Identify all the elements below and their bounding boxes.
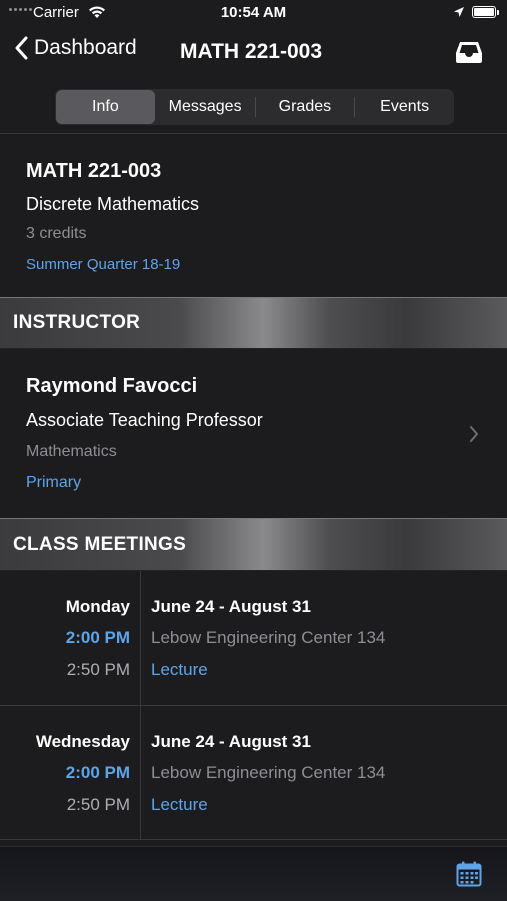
instructor-department: Mathematics — [26, 443, 117, 460]
meeting-row[interactable]: Monday 2:00 PM 2:50 PM June 24 - August … — [0, 571, 507, 705]
meeting-column-divider — [140, 706, 141, 840]
bottom-toolbar — [0, 846, 507, 901]
course-name: Discrete Mathematics — [26, 194, 200, 214]
tab-events[interactable]: Events — [355, 89, 454, 125]
meeting-column-divider — [140, 571, 141, 705]
class-meetings-list: Monday 2:00 PM 2:50 PM June 24 - August … — [0, 571, 507, 846]
location-arrow-icon — [454, 7, 464, 17]
inbox-tray-icon[interactable] — [455, 40, 483, 64]
instructor-role: Primary — [26, 474, 82, 491]
row-separator — [0, 839, 507, 840]
section-header-label: CLASS MEETINGS — [13, 534, 187, 555]
instructor-section-header: INSTRUCTOR — [0, 297, 507, 349]
meeting-start-time: 2:00 PM — [65, 628, 130, 647]
meeting-day: Monday — [65, 597, 130, 616]
instructor-row[interactable]: Raymond Favocci Associate Teaching Profe… — [0, 350, 507, 518]
segmented-tabs: Info Messages Grades Events — [55, 89, 454, 125]
meeting-location: Lebow Engineering Center 134 — [151, 763, 386, 782]
instructor-name: Raymond Favocci — [26, 375, 198, 397]
meeting-row[interactable]: Wednesday 2:00 PM 2:50 PM June 24 - Augu… — [0, 706, 507, 840]
meeting-end-time: 2:50 PM — [66, 795, 130, 814]
chevron-right-icon — [470, 426, 478, 442]
course-credits: 3 credits — [26, 225, 87, 242]
meeting-type: Lecture — [151, 795, 208, 814]
status-bar: Carrier 10:54 AM — [0, 0, 507, 28]
status-time: 10:54 AM — [220, 4, 287, 21]
instructor-title: Associate Teaching Professor — [26, 410, 263, 430]
chevron-left-icon — [15, 36, 28, 60]
meeting-day: Wednesday — [35, 732, 130, 751]
back-button[interactable]: Dashboard — [14, 36, 137, 60]
section-header-label: INSTRUCTOR — [13, 312, 141, 333]
course-term: Summer Quarter 18-19 — [26, 256, 181, 273]
tab-info[interactable]: Info — [56, 90, 155, 124]
class-meetings-section-header: CLASS MEETINGS — [0, 518, 507, 571]
meeting-date-range: June 24 - August 31 — [151, 732, 311, 751]
meeting-date-range: June 24 - August 31 — [151, 597, 311, 616]
meeting-location: Lebow Engineering Center 134 — [151, 628, 386, 647]
meeting-type: Lecture — [151, 660, 208, 679]
battery-icon — [472, 6, 496, 18]
page-title: MATH 221-003 — [180, 40, 322, 63]
tab-grades[interactable]: Grades — [256, 89, 355, 125]
meeting-end-time: 2:50 PM — [66, 660, 130, 679]
back-button-label: Dashboard — [34, 36, 137, 59]
course-info-card: MATH 221-003 Discrete Mathematics 3 cred… — [0, 134, 507, 297]
battery-tip — [497, 10, 499, 15]
navigation-bar: Dashboard MATH 221-003 — [0, 28, 507, 78]
meeting-start-time: 2:00 PM — [65, 763, 130, 782]
course-code: MATH 221-003 — [26, 160, 162, 182]
calendar-icon[interactable] — [456, 861, 482, 887]
tab-messages[interactable]: Messages — [156, 89, 255, 125]
